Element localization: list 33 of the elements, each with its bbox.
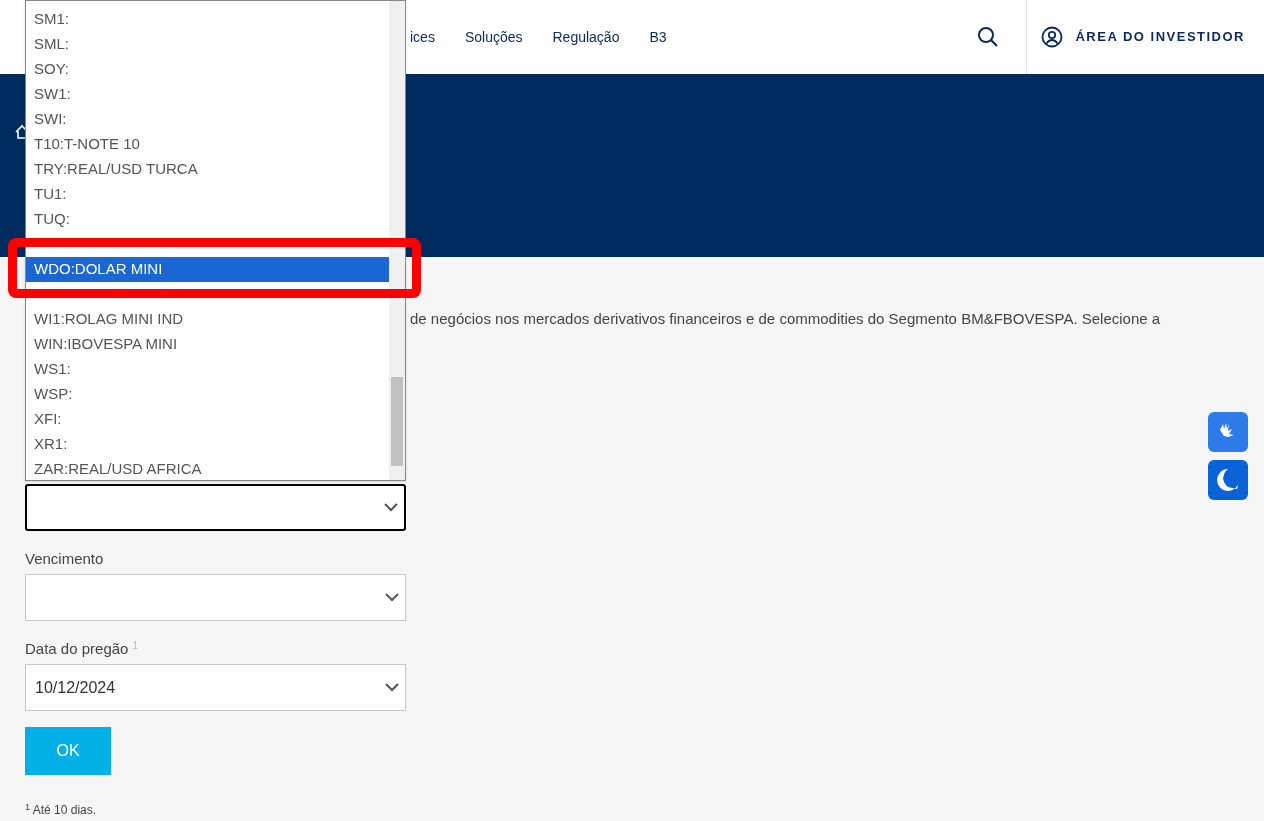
nav-link[interactable]: Regulação: [552, 26, 620, 48]
option-item[interactable]: TUQ:: [26, 207, 389, 232]
option-item[interactable]: ZAR:REAL/USD AFRICA: [26, 457, 389, 482]
option-item[interactable]: XFI:: [26, 407, 389, 432]
option-item[interactable]: T10:T-NOTE 10: [26, 132, 389, 157]
select-field[interactable]: [25, 484, 406, 531]
option-item[interactable]: SWI:: [26, 107, 389, 132]
option-item[interactable]: XR1:: [26, 432, 389, 457]
nav-link[interactable]: ices: [410, 26, 435, 48]
option-item[interactable]: SW1:: [26, 82, 389, 107]
search-icon[interactable]: [977, 26, 1000, 48]
chevron-icon: [384, 503, 398, 512]
option-item[interactable]: SOY:: [26, 57, 389, 82]
option-item[interactable]: WSP:: [26, 382, 389, 407]
option-item[interactable]: SML:: [26, 32, 389, 57]
option-item[interactable]: WI1:ROLAG MINI IND: [26, 307, 389, 332]
user-icon: [1041, 26, 1064, 48]
chevron-icon: [385, 593, 399, 602]
option-item[interactable]: WS1:: [26, 357, 389, 382]
option-item[interactable]: TU1:: [26, 182, 389, 207]
option-item[interactable]: TRY:REAL/USD TURCA: [26, 157, 389, 182]
field-label: Data do pregão $^{1}$: [25, 639, 140, 659]
option-item[interactable]: SM1:: [26, 7, 389, 32]
chevron-icon: [385, 683, 399, 692]
field-label: Vencimento: [25, 549, 105, 569]
intro-text: de negócios nos mercados derivativos financeiros e de commodities do Segmento BM&FBOVESPA. Selecione a: [410, 309, 1162, 328]
scrollbar[interactable]: [389, 1, 405, 480]
nav-link[interactable]: B3: [649, 26, 667, 48]
footnote: $^{1}$ Até 10 dias.: [25, 801, 98, 819]
select-field[interactable]: 10/12/2024: [25, 664, 406, 711]
nav-link[interactable]: Soluções: [464, 26, 523, 48]
option-item[interactable]: WDO:DOLAR MINI: [26, 257, 389, 282]
option-item[interactable]: WIN:IBOVESPA MINI: [26, 332, 389, 357]
